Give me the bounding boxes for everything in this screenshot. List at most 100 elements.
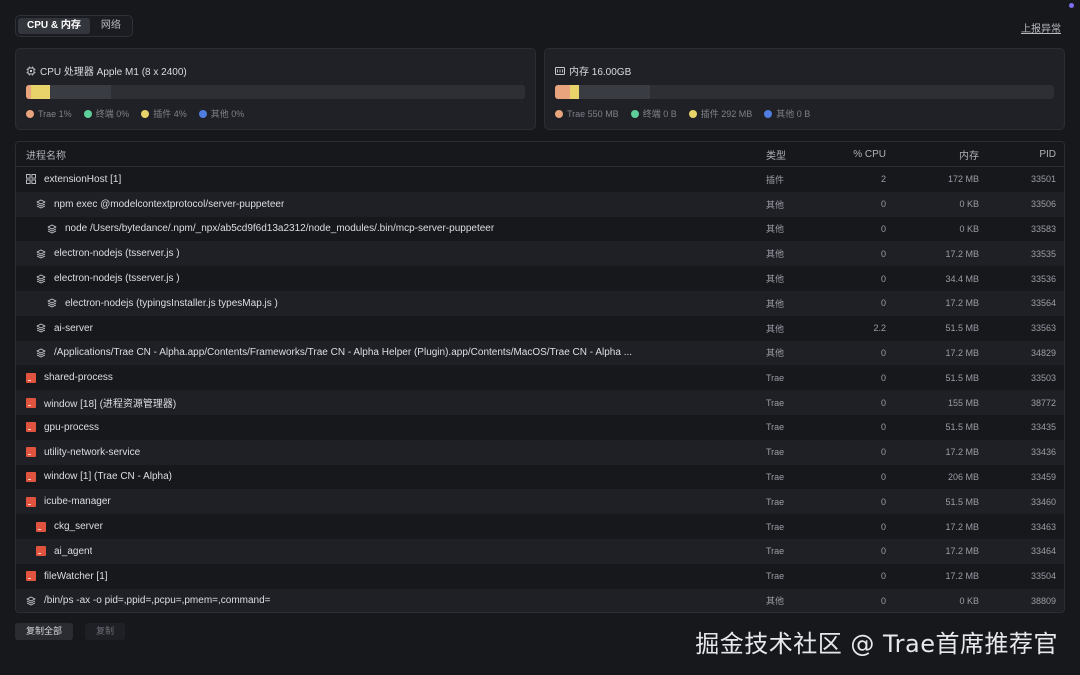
memory-usage-bar <box>555 85 1054 99</box>
table-row[interactable]: ckg_server Trae 0 17.2 MB 33463 <box>16 514 1064 539</box>
table-row[interactable]: node /Users/bytedance/.npm/_npx/ab5cd9f6… <box>16 217 1064 242</box>
report-issue-link[interactable]: 上报异常 <box>1021 20 1061 35</box>
process-type: 插件 <box>766 174 785 185</box>
table-row[interactable]: electron-nodejs (typingsInstaller.js typ… <box>16 290 1064 316</box>
process-cpu: 0 <box>880 496 886 507</box>
cpu-legend-item: Trae 1% <box>26 107 72 120</box>
trae-app-icon <box>26 397 36 408</box>
cpu-card: CPU 处理器 Apple M1 (8 x 2400) Trae 1% 终端 0%… <box>15 48 536 130</box>
table-row[interactable]: npm exec @modelcontextprotocol/server-pu… <box>16 191 1064 217</box>
process-type: 其他 <box>766 323 785 334</box>
process-name-cell: window [18] (进程资源管理器) <box>16 395 766 410</box>
process-cpu: 0 <box>880 546 886 557</box>
process-cpu: 0 <box>880 248 886 259</box>
process-type: 其他 <box>766 274 785 285</box>
tab-network[interactable]: 网络 <box>92 18 130 34</box>
process-cpu: 0 <box>880 397 886 408</box>
tab-cpu-memory[interactable]: CPU & 内存 <box>18 18 90 34</box>
process-cpu: 0 <box>880 521 886 532</box>
table-row[interactable]: ai-server 其他 2.2 51.5 MB 33563 <box>16 316 1064 341</box>
table-row[interactable]: electron-nodejs (tsserver.js ) 其他 0 34.4 MB… <box>16 266 1064 291</box>
table-row[interactable]: gpu-process Trae 0 51.5 MB 33435 <box>16 415 1064 440</box>
process-cpu: 0 <box>880 273 886 284</box>
header-type[interactable]: 类型 <box>766 147 831 162</box>
table-row[interactable]: /Applications/Trae CN - Alpha.app/Conten… <box>16 340 1064 366</box>
process-name: electron-nodejs (tsserver.js ) <box>54 273 180 285</box>
process-pid: 33563 <box>1030 323 1056 334</box>
process-name-cell: ckg_server <box>16 521 766 532</box>
table-row[interactable]: electron-nodejs (tsserver.js ) 其他 0 17.2 MB… <box>16 241 1064 267</box>
process-name-cell: npm exec @modelcontextprotocol/server-pu… <box>16 199 766 210</box>
extension-icon <box>26 174 36 185</box>
layers-icon <box>36 323 46 333</box>
process-name-cell: extensionHost [1] <box>16 174 766 185</box>
process-name: electron-nodejs (typingsInstaller.js typ… <box>65 297 278 309</box>
copy-button[interactable]: 复制 <box>85 623 126 640</box>
cpu-bar-segment-插件 <box>31 85 50 99</box>
cpu-legend-label: 其他 0% <box>210 109 245 119</box>
copy-all-button[interactable]: 复制全部 <box>15 623 74 640</box>
table-row[interactable]: window [18] (进程资源管理器) Trae 0 155 MB 38772 <box>16 390 1064 415</box>
process-memory: 51.5 MB <box>945 422 979 433</box>
process-cpu: 0 <box>880 471 886 482</box>
header-pid[interactable]: PID <box>979 149 1056 160</box>
process-name: shared-process <box>44 372 113 384</box>
layers-icon <box>36 348 46 358</box>
table-row[interactable]: window [1] (Trae CN - Alpha) Trae 0 206 MB 3… <box>16 465 1064 490</box>
header-name[interactable]: 进程名称 <box>16 147 766 162</box>
layers-icon <box>36 249 46 259</box>
process-cpu: 2 <box>880 174 886 185</box>
cpu-legend-item: 终端 0% <box>83 107 129 120</box>
table-row[interactable]: utility-network-service Trae 0 17.2 MB 33436 <box>16 439 1064 465</box>
memory-legend: Trae 550 MB 终端 0 B 插件 292 MB 其他 0 B <box>555 107 810 120</box>
cpu-legend-dot <box>141 109 150 118</box>
tab-bar: CPU & 内存 网络 <box>15 15 133 37</box>
process-cpu: 0 <box>880 571 886 582</box>
process-name: utility-network-service <box>44 446 141 458</box>
table-row[interactable]: icube-manager Trae 0 51.5 MB 33460 <box>16 489 1064 515</box>
table-row[interactable]: shared-process Trae 0 51.5 MB 33503 <box>16 365 1064 390</box>
process-name-cell: shared-process <box>16 372 766 383</box>
process-memory: 17.2 MB <box>945 546 979 557</box>
process-type: Trae <box>766 447 785 458</box>
cpu-legend-label: 插件 4% <box>153 109 187 119</box>
process-pid: 33583 <box>1030 223 1056 234</box>
header-memory[interactable]: 内存 <box>886 147 979 162</box>
layers-icon <box>47 224 57 234</box>
process-type: 其他 <box>766 596 785 607</box>
process-pid: 33435 <box>1030 422 1056 433</box>
process-pid: 33535 <box>1030 248 1056 259</box>
cpu-legend-dot <box>83 109 92 118</box>
process-type: 其他 <box>766 298 785 309</box>
cpu-title-text: CPU 处理器 Apple M1 (8 x 2400) <box>40 67 187 78</box>
process-name: /Applications/Trae CN - Alpha.app/Conten… <box>54 347 633 359</box>
layers-icon <box>36 274 46 284</box>
process-name: gpu-process <box>44 421 100 433</box>
table-row[interactable]: extensionHost [1] 插件 2 172 MB 33501 <box>16 167 1064 192</box>
table-row[interactable]: fileWatcher [1] Trae 0 17.2 MB 33504 <box>16 564 1064 589</box>
mem-legend-dot <box>555 109 563 118</box>
memory-card: 内存 16.00GB Trae 550 MB 终端 0 B 插件 292 MB 其他 … <box>544 48 1065 130</box>
process-memory: 206 MB <box>947 471 979 482</box>
process-name-cell: electron-nodejs (typingsInstaller.js typ… <box>16 298 766 309</box>
process-type: Trae <box>766 471 785 482</box>
process-name-cell: /bin/ps -ax -o pid=,ppid=,pcpu=,pmem=,co… <box>16 595 766 606</box>
layers-icon <box>36 199 46 209</box>
process-name: electron-nodejs (tsserver.js ) <box>54 248 180 260</box>
process-type: 其他 <box>766 348 785 359</box>
table-row[interactable]: ai_agent Trae 0 17.2 MB 33464 <box>16 538 1064 564</box>
process-pid: 33536 <box>1030 273 1056 284</box>
layers-icon <box>26 596 36 606</box>
process-type: 其他 <box>766 224 785 235</box>
process-type: 其他 <box>766 249 785 260</box>
table-body: extensionHost [1] 插件 2 172 MB 33501 npm exec … <box>16 167 1064 612</box>
process-pid: 38772 <box>1030 397 1056 408</box>
process-memory: 17.2 MB <box>945 521 979 532</box>
process-name: window [1] (Trae CN - Alpha) <box>44 471 173 483</box>
process-memory: 155 MB <box>947 397 979 408</box>
process-pid: 33436 <box>1030 447 1056 458</box>
cpu-legend-dot <box>198 109 207 118</box>
header-cpu[interactable]: % CPU <box>831 149 886 160</box>
table-row[interactable]: /bin/ps -ax -o pid=,ppid=,pcpu=,pmem=,co… <box>16 588 1064 612</box>
process-cpu: 0 <box>880 447 886 458</box>
